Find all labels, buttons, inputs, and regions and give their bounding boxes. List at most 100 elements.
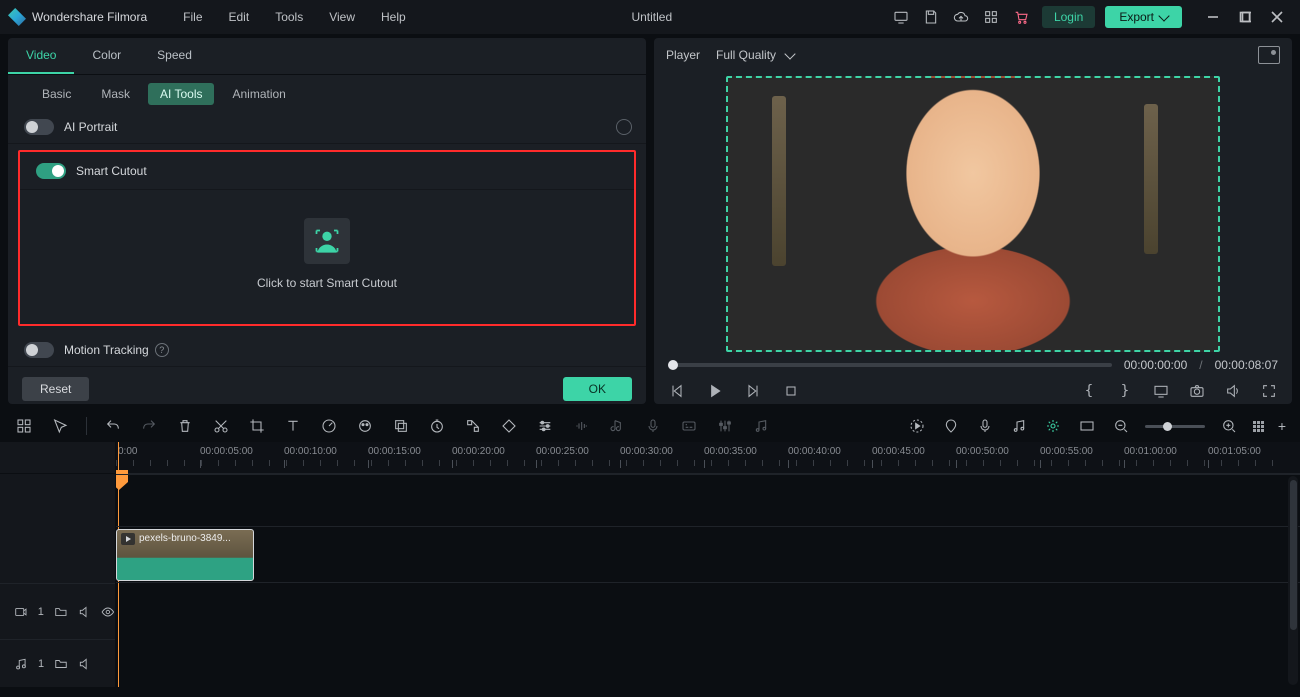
timeline-scrollbar[interactable]: [1288, 476, 1298, 685]
timeline-view-icon[interactable]: [1253, 421, 1264, 432]
step-forward-icon[interactable]: [744, 382, 762, 400]
camera-icon[interactable]: [1188, 382, 1206, 400]
ruler-tick: 00:01:05:00: [1208, 446, 1261, 457]
save-icon[interactable]: [918, 4, 944, 30]
window-minimize-icon[interactable]: [1198, 3, 1228, 31]
player-quality-select[interactable]: Full Quality: [716, 48, 794, 62]
titlebar-right: Login Export: [888, 3, 1292, 31]
voiceover-icon[interactable]: [643, 416, 663, 436]
duration-icon[interactable]: [427, 416, 447, 436]
motion-tracking-info-icon[interactable]: ?: [155, 343, 169, 357]
audio-track-index: 1: [38, 658, 44, 670]
folder-icon[interactable]: [54, 605, 68, 619]
zoom-out-icon[interactable]: [1111, 416, 1131, 436]
menu-file[interactable]: File: [173, 6, 212, 28]
subtab-basic[interactable]: Basic: [30, 83, 83, 105]
folder-icon[interactable]: [54, 657, 68, 671]
menu-help[interactable]: Help: [371, 6, 416, 28]
audio-stretch-icon[interactable]: [571, 416, 591, 436]
motion-tracking-toggle[interactable]: [24, 342, 54, 358]
aspect-icon[interactable]: [1077, 416, 1097, 436]
motion-tracking-row: Motion Tracking ?: [8, 334, 646, 367]
ai-icon[interactable]: [1043, 416, 1063, 436]
mixer-icon[interactable]: [715, 416, 735, 436]
color-icon[interactable]: [355, 416, 375, 436]
snapshot-icon[interactable]: [1258, 46, 1280, 64]
stop-icon[interactable]: [782, 382, 800, 400]
export-button[interactable]: Export: [1105, 6, 1182, 28]
detach-audio-icon[interactable]: [607, 416, 627, 436]
player-label: Player: [666, 48, 700, 62]
play-icon[interactable]: [706, 382, 724, 400]
mic-icon[interactable]: [975, 416, 995, 436]
document-title: Untitled: [422, 10, 882, 24]
mark-out-icon[interactable]: }: [1116, 382, 1134, 400]
window-maximize-icon[interactable]: [1230, 3, 1260, 31]
smart-cutout-hint: Click to start Smart Cutout: [257, 276, 397, 290]
ruler-tick: 00:00:35:00: [704, 446, 757, 457]
audio-sync-icon[interactable]: [1009, 416, 1029, 436]
mark-in-icon[interactable]: {: [1080, 382, 1098, 400]
ai-portrait-reset-icon[interactable]: [616, 119, 632, 135]
step-back-icon[interactable]: [668, 382, 686, 400]
smart-cutout-toggle[interactable]: [36, 163, 66, 179]
timeline-ruler[interactable]: 0:00 00:00:05:00 00:00:10:00 00:00:15:00…: [116, 442, 1300, 474]
track-fit-icon[interactable]: [463, 416, 483, 436]
marker-icon[interactable]: [941, 416, 961, 436]
login-button[interactable]: Login: [1042, 6, 1095, 28]
tab-speed[interactable]: Speed: [139, 38, 210, 74]
cloud-upload-icon[interactable]: [948, 4, 974, 30]
speed-icon[interactable]: [319, 416, 339, 436]
subtab-ai-tools[interactable]: AI Tools: [148, 83, 214, 105]
undo-icon[interactable]: [103, 416, 123, 436]
cart-icon[interactable]: [1008, 4, 1034, 30]
ok-button[interactable]: OK: [563, 377, 632, 401]
device-icon[interactable]: [888, 4, 914, 30]
video-track[interactable]: pexels-bruno-3849...: [116, 526, 1300, 582]
render-icon[interactable]: [907, 416, 927, 436]
fullscreen-icon[interactable]: [1260, 382, 1278, 400]
audio-track[interactable]: [116, 582, 1300, 630]
volume-icon[interactable]: [1224, 382, 1242, 400]
apps-icon[interactable]: [978, 4, 1004, 30]
display-icon[interactable]: [1152, 382, 1170, 400]
clip-play-icon: [121, 533, 135, 545]
eye-icon[interactable]: [101, 605, 115, 619]
ai-portrait-row: AI Portrait: [8, 111, 646, 144]
export-label: Export: [1119, 10, 1154, 24]
zoom-in-icon[interactable]: [1219, 416, 1239, 436]
motion-tracking-label: Motion Tracking: [64, 343, 149, 357]
menu-tools[interactable]: Tools: [265, 6, 313, 28]
mute-icon[interactable]: [78, 605, 92, 619]
keyframe-icon[interactable]: [499, 416, 519, 436]
overlay-icon[interactable]: [391, 416, 411, 436]
zoom-slider[interactable]: [1145, 425, 1205, 428]
menu-view[interactable]: View: [319, 6, 365, 28]
cut-icon[interactable]: [211, 416, 231, 436]
subtab-animation[interactable]: Animation: [220, 83, 297, 105]
window-close-icon[interactable]: [1262, 3, 1292, 31]
pointer-tool-icon[interactable]: [50, 416, 70, 436]
timeline-tracks[interactable]: 0:00 00:00:05:00 00:00:10:00 00:00:15:00…: [116, 442, 1300, 687]
tab-color[interactable]: Color: [74, 38, 139, 74]
redo-icon[interactable]: [139, 416, 159, 436]
subtab-mask[interactable]: Mask: [89, 83, 142, 105]
ai-portrait-toggle[interactable]: [24, 119, 54, 135]
smart-cutout-start-button[interactable]: [304, 218, 350, 264]
video-track-index: 1: [38, 606, 44, 618]
reset-button[interactable]: Reset: [22, 377, 89, 401]
text-icon[interactable]: [283, 416, 303, 436]
video-clip[interactable]: pexels-bruno-3849...: [116, 529, 254, 581]
beat-icon[interactable]: [751, 416, 771, 436]
preview-viewport[interactable]: [726, 76, 1220, 352]
adjust-icon[interactable]: [535, 416, 555, 436]
menu-edit[interactable]: Edit: [219, 6, 260, 28]
timeline-add-icon[interactable]: +: [1278, 418, 1286, 434]
crop-icon[interactable]: [247, 416, 267, 436]
tab-video[interactable]: Video: [8, 38, 74, 74]
grid-icon[interactable]: [14, 416, 34, 436]
delete-icon[interactable]: [175, 416, 195, 436]
subtitles-icon[interactable]: [679, 416, 699, 436]
player-progress[interactable]: [668, 363, 1112, 367]
mute-icon[interactable]: [78, 657, 92, 671]
